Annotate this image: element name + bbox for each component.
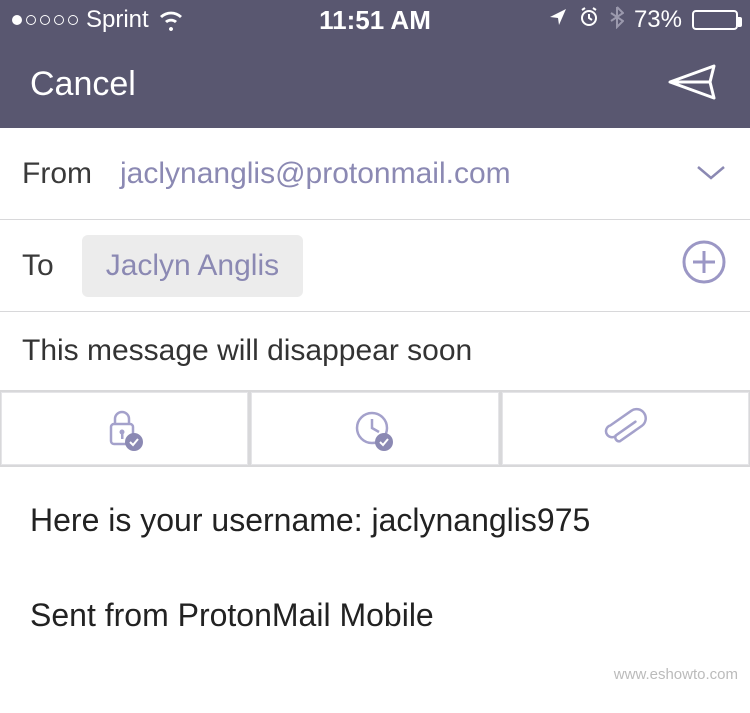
nav-bar: Cancel xyxy=(0,40,750,128)
watermark: www.eshowto.com xyxy=(614,666,738,683)
to-row[interactable]: To Jaclyn Anglis xyxy=(0,220,750,312)
carrier-label: Sprint xyxy=(86,6,149,34)
lock-icon xyxy=(100,404,150,454)
from-row[interactable]: From jaclynanglis@protonmail.com xyxy=(0,128,750,220)
from-label: From xyxy=(22,157,92,191)
wifi-icon xyxy=(157,9,185,31)
subject-text: This message will disappear soon xyxy=(22,334,472,367)
add-contact-button[interactable] xyxy=(680,238,728,294)
send-icon xyxy=(666,60,720,104)
plus-circle-icon xyxy=(680,238,728,286)
clock-icon xyxy=(350,404,400,454)
location-icon xyxy=(548,6,568,34)
alarm-icon xyxy=(578,6,600,35)
recipient-chip[interactable]: Jaclyn Anglis xyxy=(82,235,303,297)
status-time: 11:51 AM xyxy=(254,5,496,36)
chevron-down-icon[interactable] xyxy=(694,157,728,191)
compose-toolbar xyxy=(0,391,750,467)
paperclip-icon xyxy=(600,404,650,454)
cancel-button[interactable]: Cancel xyxy=(30,65,136,104)
body-signature: Sent from ProtonMail Mobile xyxy=(30,590,720,641)
expiration-button[interactable] xyxy=(251,392,498,465)
bluetooth-icon xyxy=(610,5,624,36)
battery-pct: 73% xyxy=(634,6,682,34)
subject-field[interactable]: This message will disappear soon xyxy=(0,312,750,391)
send-button[interactable] xyxy=(666,60,720,109)
signal-dots-icon xyxy=(12,15,78,25)
status-right: 73% xyxy=(496,5,738,36)
from-value: jaclynanglis@protonmail.com xyxy=(120,157,694,191)
battery-icon xyxy=(692,10,738,30)
status-left: Sprint xyxy=(12,6,254,34)
status-bar: Sprint 11:51 AM 73% xyxy=(0,0,750,40)
to-label: To xyxy=(22,249,54,283)
encryption-button[interactable] xyxy=(1,392,248,465)
attachment-button[interactable] xyxy=(502,392,749,465)
body-line-1: Here is your username: jaclynanglis975 xyxy=(30,495,720,546)
